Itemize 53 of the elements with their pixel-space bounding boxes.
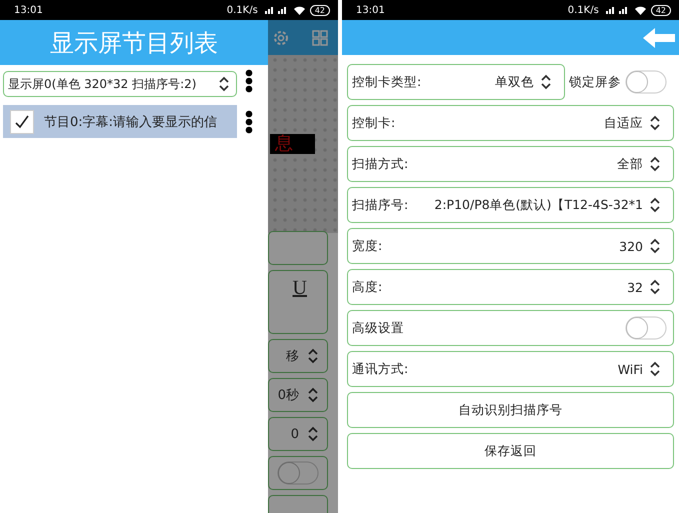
up-down-icon [540, 73, 552, 91]
toggle-switch[interactable] [625, 70, 667, 94]
wifi-icon [294, 6, 305, 14]
select-field[interactable]: 宽度: 320 [347, 228, 674, 264]
row-label: 高级设置 [352, 320, 404, 336]
check-icon [14, 114, 30, 130]
network-speed-text: 0.1K/s [568, 4, 599, 16]
up-down-icon [307, 425, 319, 443]
toggle-switch[interactable] [277, 461, 319, 485]
led-preview-text: 息 [270, 134, 315, 154]
grid-icon[interactable] [312, 30, 328, 46]
up-down-icon [218, 75, 230, 93]
select-field[interactable]: 0秒 [268, 378, 328, 412]
select-field[interactable]: 控制卡类型: 单双色 [347, 64, 565, 100]
action-button[interactable]: 保存返回 [347, 433, 674, 469]
action-button[interactable]: 自动识别扫描序号 [347, 392, 674, 428]
option-card[interactable] [268, 231, 328, 265]
program-item[interactable]: 节目0:字幕:请输入要显示的信 [3, 105, 237, 138]
underline-button[interactable]: U [268, 270, 328, 334]
select-field[interactable]: 移 [268, 339, 328, 373]
wifi-icon [634, 6, 646, 14]
more-icon[interactable] [245, 110, 253, 134]
select-field[interactable]: 高度: 32 [347, 269, 674, 305]
up-down-icon [649, 196, 661, 214]
up-down-icon [649, 360, 661, 378]
toggle-switch[interactable] [625, 316, 667, 340]
signal-icon [604, 6, 630, 14]
screen-select[interactable]: 显示屏0(单色 320*32 扫描序号:2) [3, 71, 237, 97]
battery-indicator: 42 [310, 4, 330, 16]
drawer-title: 显示屏节目列表 [0, 20, 268, 65]
more-icon[interactable] [245, 69, 253, 93]
select-field[interactable]: 通讯方式: WiFi [347, 351, 674, 387]
up-down-icon [307, 347, 319, 365]
clock-text: 13:01 [356, 4, 385, 16]
back-arrow-icon[interactable] [643, 28, 675, 48]
clock-text: 13:01 [14, 4, 43, 16]
up-down-icon [649, 278, 661, 296]
select-value: 显示屏0(单色 320*32 扫描序号:2) [8, 76, 198, 92]
checkbox[interactable] [10, 110, 34, 134]
settings-icon[interactable] [272, 28, 290, 46]
up-down-icon [649, 114, 661, 132]
signal-icon [262, 6, 289, 14]
up-down-icon [307, 386, 319, 404]
program-label: 节目0:字幕:请输入要显示的信 [44, 114, 218, 130]
select-field[interactable]: 0 [268, 417, 328, 451]
network-speed-text: 0.1K/s [226, 4, 258, 16]
battery-indicator: 42 [650, 4, 671, 16]
select-field[interactable]: 控制卡: 自适应 [347, 105, 674, 141]
up-down-icon [649, 237, 661, 255]
select-field[interactable]: 扫描方式: 全部 [347, 146, 674, 182]
select-field[interactable]: 扫描序号: 2:P10/P8单色(默认)【T12-4S-32*1 [347, 187, 674, 223]
lock-label: 锁定屏参 [569, 74, 621, 90]
up-down-icon [649, 155, 661, 173]
